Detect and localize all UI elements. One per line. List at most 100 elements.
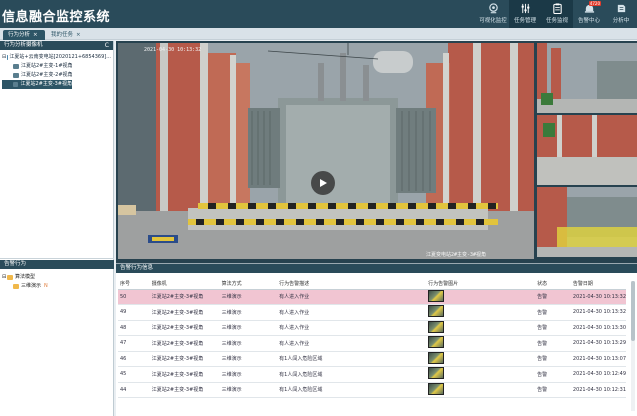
table-row[interactable]: 48 江夏站2#主变-3#视角 三维演示 有人进入作业 告警 2021-04-3… (118, 320, 626, 336)
alarm-thumbnail[interactable] (428, 367, 445, 380)
thumb-scene (537, 43, 637, 113)
alarm-table-title: 告警行为信息 (116, 264, 637, 273)
monitor-icon (488, 3, 499, 14)
cell-image[interactable] (426, 366, 536, 383)
tree-node-station[interactable]: ⊟ 江夏站+云南变电站[2020121+6854369]... (2, 53, 111, 62)
cell-date: 2021-04-30 10:13:30 (570, 320, 626, 336)
thumb-scene (537, 115, 637, 185)
table-header-row: 序号 摄像机 算法方式 行为告警描述 行为告警图片 状态 告警日期 (118, 279, 626, 290)
cell-camera: 江夏站2#主变-3#视角 (149, 382, 220, 398)
cell-method: 三维演示 (219, 366, 278, 383)
close-icon[interactable]: × (76, 32, 81, 38)
main-video-player[interactable]: 2021-04-30 10:13:32 江夏变电站2#主变-3#视角 (118, 43, 534, 259)
camera-icon (13, 82, 19, 87)
tree-node-models[interactable]: ⊟ 算法模型 (2, 273, 112, 282)
behavior-tree: ⊟ 算法模型 三维演示 N (0, 270, 114, 294)
video-area: 2021-04-30 10:13:32 江夏变电站2#主变-3#视角 (116, 41, 637, 263)
table-row[interactable]: 45 江夏站2#主变-3#视角 三维演示 有1人闯入危险区域 告警 2021-0… (118, 366, 626, 383)
alarm-thumbnail[interactable] (428, 336, 445, 349)
col-header-method: 算法方式 (219, 279, 278, 290)
cell-id: 46 (118, 351, 150, 367)
cell-status: 告警 (535, 304, 571, 321)
cell-image[interactable] (426, 289, 536, 305)
nav-alarm-center[interactable]: 4720 告警中心 (573, 0, 605, 28)
table-row[interactable]: 49 江夏站2#主变-3#视角 三维演示 有人进入作业 告警 2021-04-3… (118, 304, 626, 321)
nav-task-watch[interactable]: 任务监视 (541, 0, 573, 28)
nav-label: 分析中 (612, 18, 630, 24)
cell-camera: 江夏站2#主变-3#视角 (149, 304, 220, 321)
panel-divider (0, 258, 114, 259)
tree-node-label: 江夏站2#主变-1#视角 (21, 63, 73, 69)
analysis-icon (616, 3, 627, 14)
table-row[interactable]: 46 江夏站2#主变-3#视角 三维演示 有1人闯入危险区域 告警 2021-0… (118, 351, 626, 367)
cell-date: 2021-04-30 10:13:32 (570, 289, 626, 305)
cell-date: 2021-04-30 10:12:31 (570, 382, 626, 398)
tree-node-camera-2[interactable]: 江夏站2#主变-2#视角 (2, 71, 111, 80)
alarm-thumbnail[interactable] (428, 382, 445, 395)
tree-node-3d-demo[interactable]: 三维演示 N (2, 282, 112, 291)
sliders-icon (520, 3, 531, 14)
table-row[interactable]: 50 江夏站2#主变-3#视角 三维演示 有人进入作业 告警 2021-04-3… (118, 289, 626, 305)
side-video-1[interactable] (537, 43, 637, 113)
table-row[interactable]: 47 江夏站2#主变-3#视角 三维演示 有人进入作业 告警 2021-04-3… (118, 335, 626, 352)
cell-id: 45 (118, 366, 150, 383)
camera-panel-header: 行为分析摄像机 C (0, 41, 113, 50)
cell-image[interactable] (426, 335, 536, 352)
tree-node-label: 三维演示 (21, 283, 42, 289)
tree-node-camera-1[interactable]: 江夏站2#主变-1#视角 (2, 62, 111, 71)
alarm-thumbnail[interactable] (428, 320, 445, 333)
cell-image[interactable] (426, 304, 536, 321)
camera-icon (13, 64, 19, 69)
scrollbar-thumb[interactable] (631, 281, 635, 341)
side-video-3[interactable] (537, 187, 637, 257)
cell-desc: 有1人闯入危险区域 (277, 366, 427, 383)
cell-image[interactable] (426, 351, 536, 367)
table-row[interactable]: 44 江夏站2#主变-3#视角 三维演示 有1人闯入危险区域 告警 2021-0… (118, 382, 626, 398)
cell-method: 三维演示 (219, 382, 278, 398)
cell-status: 告警 (535, 335, 571, 352)
nav-visual-monitor[interactable]: 可视化监控 (477, 0, 509, 28)
nav-task-manage[interactable]: 任务管理 (509, 0, 541, 28)
nav-label: 任务管理 (513, 18, 536, 24)
cell-method: 三维演示 (219, 304, 278, 321)
tab-bar: 行为分析 × 我的任务 × (0, 28, 637, 40)
cell-image[interactable] (426, 320, 536, 336)
tree-node-camera-3[interactable]: 江夏站2#主变-3#视角 (2, 80, 72, 89)
cell-desc: 有人进入作业 (277, 304, 427, 321)
cell-method: 三维演示 (219, 289, 278, 305)
col-header-camera: 摄像机 (149, 279, 220, 290)
alarm-thumbnail[interactable] (428, 289, 445, 302)
cell-method: 三维演示 (219, 335, 278, 352)
tab-label: 我的任务 (51, 32, 74, 38)
col-header-status: 状态 (535, 279, 571, 290)
tab-behavior-analysis[interactable]: 行为分析 × (3, 30, 45, 40)
camera-panel-title: 行为分析摄像机 (4, 42, 43, 48)
cell-status: 告警 (535, 366, 571, 383)
alarm-thumbnail[interactable] (428, 351, 445, 364)
nav-analysis[interactable]: 分析中 (605, 0, 637, 28)
alarm-table: 序号 摄像机 算法方式 行为告警描述 行为告警图片 状态 告警日期 50 江夏站… (118, 279, 626, 398)
left-panel: 行为分析摄像机 C ⊟ 江夏站+云南变电站[2020121+6854369]...… (0, 41, 114, 416)
table-scrollbar[interactable] (631, 281, 635, 411)
tree-node-label: 江夏站2#主变-2#视角 (21, 72, 73, 78)
clipboard-icon (552, 3, 563, 14)
cell-date: 2021-04-30 10:13:29 (570, 335, 626, 352)
tab-my-tasks[interactable]: 我的任务 × (46, 30, 90, 40)
close-icon[interactable]: × (33, 32, 38, 38)
alarm-thumbnail[interactable] (428, 305, 445, 318)
cell-desc: 有1人闯入危险区域 (277, 382, 427, 398)
refresh-icon[interactable]: C (105, 41, 109, 50)
cell-date: 2021-04-30 10:13:32 (570, 304, 626, 321)
cell-id: 44 (118, 382, 150, 398)
cell-camera: 江夏站2#主变-3#视角 (149, 366, 220, 383)
cell-image[interactable] (426, 382, 536, 398)
cell-camera: 江夏站2#主变-3#视角 (149, 320, 220, 336)
cell-camera: 江夏站2#主变-3#视角 (149, 351, 220, 367)
side-video-2[interactable] (537, 115, 637, 185)
cell-desc: 有人进入作业 (277, 335, 427, 352)
thumb-scene (537, 187, 637, 257)
play-button[interactable] (311, 171, 335, 195)
play-icon (320, 179, 327, 187)
nav-label: 任务监视 (545, 18, 568, 24)
alarm-behavior-header: 告警行为 (0, 260, 114, 269)
